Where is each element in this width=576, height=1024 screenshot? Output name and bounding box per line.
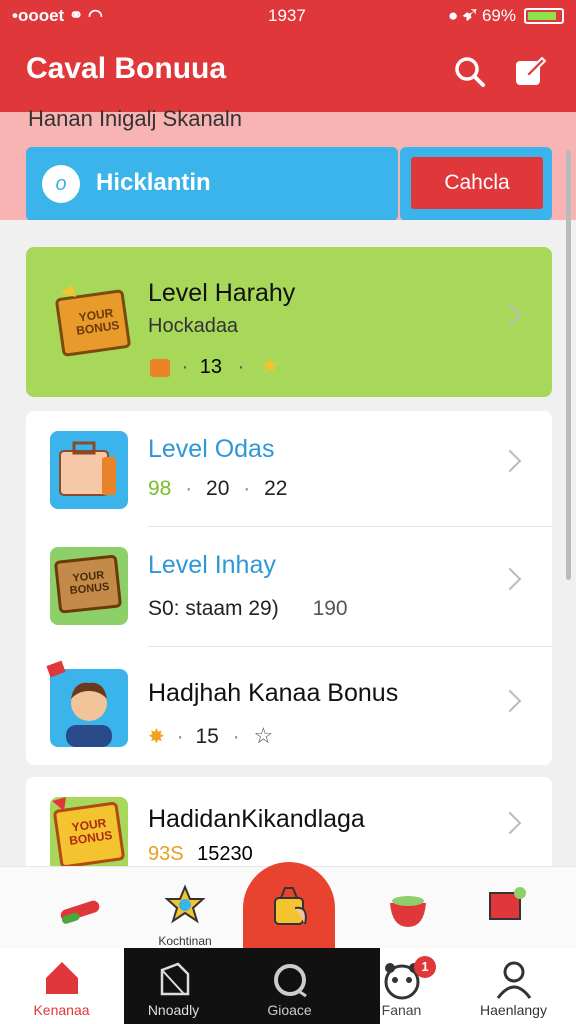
tab-friends[interactable]: Fanan <box>344 948 459 1024</box>
carrier-label: •oooet ⚭ ◠ <box>12 6 103 25</box>
search-icon <box>455 57 485 87</box>
clock: 1937 <box>268 6 306 25</box>
category-item[interactable] <box>56 891 104 936</box>
signal-icon: ⦁ ➹ <box>448 6 478 25</box>
featured-meta: · 13 · ★ <box>150 353 280 379</box>
compose-icon <box>516 56 547 85</box>
tab-explore[interactable]: Gioace <box>232 948 347 1024</box>
star-icon: ★ <box>259 353 280 378</box>
hand-bag-icon <box>274 887 307 925</box>
scrollbar[interactable] <box>566 150 571 580</box>
featured-title: Level Harahy <box>148 279 296 307</box>
suitcase-icon <box>59 441 116 496</box>
content-area: YOUR BONUS Level Harahy Hockadaa · 13 · … <box>0 220 576 877</box>
search-field-icon: o <box>42 165 80 203</box>
item-title: Level Inhay <box>148 551 276 579</box>
search-input[interactable]: o Hicklantin <box>26 147 398 221</box>
item-meta: 93S 15230 <box>148 843 253 865</box>
chevron-right-icon <box>498 811 522 835</box>
item-meta: 98 · 20 · 22 <box>148 477 288 500</box>
item-meta: ✸ · 15 · ☆ <box>148 723 274 748</box>
pencil-icon <box>60 900 100 924</box>
featured-count: 13 <box>199 356 223 378</box>
item-title: HadidanKikandlaga <box>148 805 365 833</box>
tab-inventory[interactable]: Nnoadly <box>116 948 231 1024</box>
status-bar: •oooet ⚭ ◠ 1937 ⦁ ➹ 69% <box>0 0 576 32</box>
badge-icon: ✸ <box>148 726 165 748</box>
tab-label: Kenanaa <box>33 1002 90 1018</box>
item-title: Hadjhah Kanaa Bonus <box>148 679 399 707</box>
category-item[interactable] <box>386 889 430 936</box>
avatar <box>50 669 128 747</box>
person-avatar-icon <box>66 682 112 747</box>
search-value: Hicklantin <box>96 169 211 196</box>
compose-button[interactable] <box>510 52 550 92</box>
person-icon <box>496 961 532 999</box>
item-meta: S0: staam 29) 190 <box>148 597 348 620</box>
flag-icon <box>489 887 526 920</box>
cancel-button[interactable]: Cahcla <box>411 157 543 209</box>
search-button[interactable] <box>450 52 490 92</box>
wifi-icon: ◠ <box>87 6 103 25</box>
category-item[interactable] <box>486 885 530 934</box>
item-title: Level Odas <box>148 435 275 463</box>
circle-icon <box>274 964 307 998</box>
featured-card[interactable]: YOUR BONUS Level Harahy Hockadaa · 13 · … <box>26 247 552 397</box>
list-item[interactable]: Level Odas 98 · 20 · 22 <box>26 411 552 527</box>
bonus-thumbnail: YOUR BONUS <box>50 797 128 875</box>
tab-label: Fanan <box>381 1002 422 1018</box>
box-icon <box>160 962 190 996</box>
app-title: Caval Bonuua <box>26 52 227 85</box>
link-icon: ⚭ <box>68 6 84 25</box>
subheader-text: Hanan Inigalj Skanaln <box>28 106 243 131</box>
bonus-thumbnail: YOUR BONUS <box>50 547 128 625</box>
tab-profile[interactable]: Haenlangy <box>456 948 571 1024</box>
tab-home[interactable]: Kenanaa <box>4 948 119 1024</box>
chevron-right-icon <box>498 567 522 591</box>
notification-badge: 1 <box>414 956 436 978</box>
battery-icon <box>524 8 564 24</box>
list-item[interactable]: Hadjhah Kanaa Bonus ✸ · 15 · ☆ <box>26 647 552 765</box>
list-icon <box>150 358 170 377</box>
tab-label: Gioace <box>267 1002 312 1018</box>
chevron-right-icon <box>498 449 522 473</box>
category-label: Kochtinan <box>158 934 212 948</box>
bottom-nav: Kenanaa Nnoadly Gioace Fanan Haenlangy <box>0 948 576 1024</box>
level-list-card: Level Odas 98 · 20 · 22 YOUR BONUS Level… <box>26 411 552 765</box>
star-outline-icon: ☆ <box>253 723 274 748</box>
cancel-area: Cahcla <box>400 147 552 221</box>
featured-subtitle: Hockadaa <box>148 315 239 337</box>
star-badge-icon <box>164 884 206 924</box>
status-right: ⦁ ➹ 69% <box>448 6 516 25</box>
app-bar: Caval Bonuua <box>0 32 576 112</box>
bowl-icon <box>390 896 426 927</box>
category-item[interactable]: Kochtinan <box>140 883 230 948</box>
tab-label: Haenlangy <box>480 1002 547 1018</box>
chevron-right-icon <box>498 689 522 713</box>
home-icon <box>46 962 78 994</box>
chevron-right-icon <box>498 303 522 327</box>
center-action-button[interactable] <box>243 862 335 962</box>
list-item[interactable]: YOUR BONUS Level Inhay S0: staam 29) 190 <box>26 527 552 647</box>
suitcase-thumbnail <box>50 431 128 509</box>
tab-label: Nnoadly <box>147 1002 200 1018</box>
